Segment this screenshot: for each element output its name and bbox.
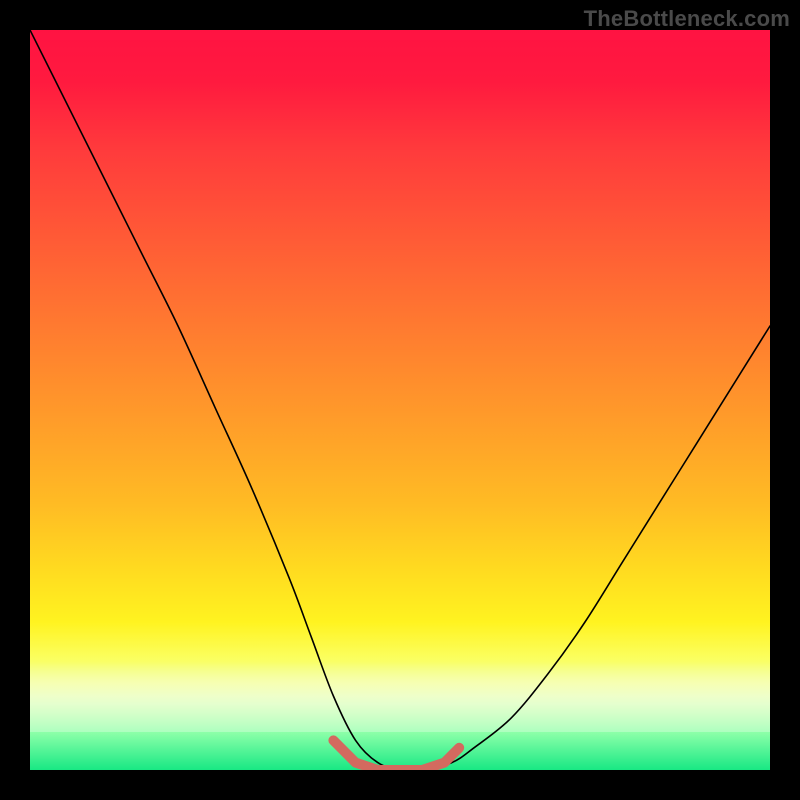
bottleneck-curve	[30, 30, 770, 770]
chart-frame: TheBottleneck.com	[0, 0, 800, 800]
watermark-text: TheBottleneck.com	[584, 6, 790, 32]
valley-highlight	[333, 740, 459, 770]
plot-area	[30, 30, 770, 770]
chart-svg	[30, 30, 770, 770]
